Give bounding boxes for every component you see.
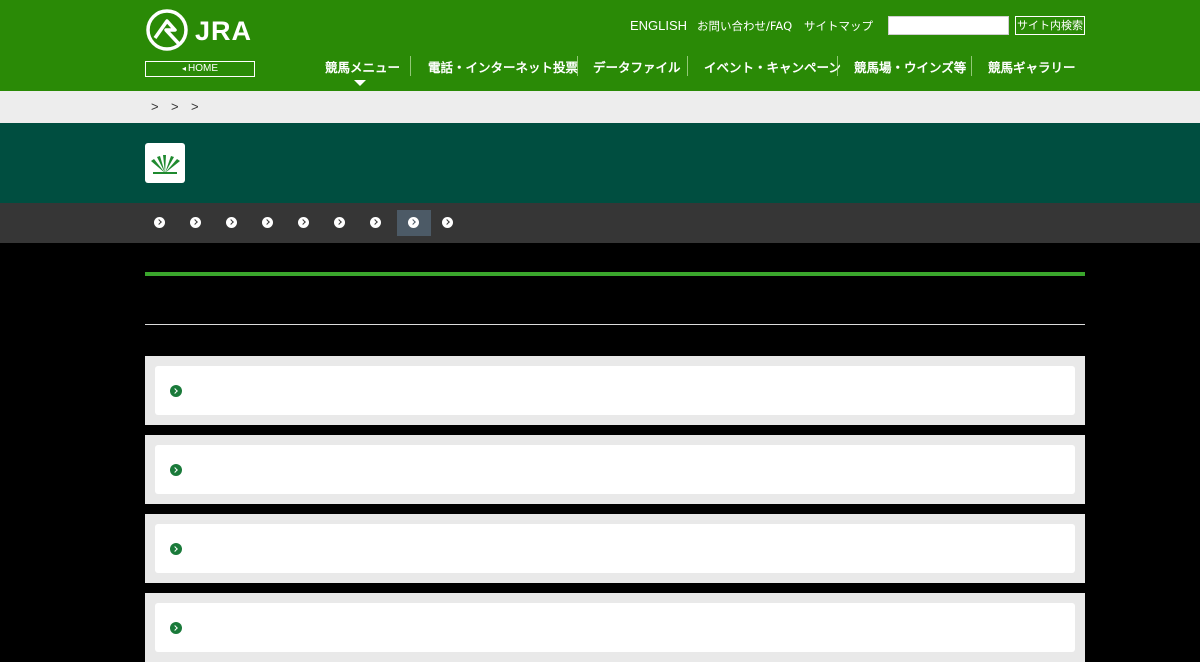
turf-grass-icon (151, 155, 180, 174)
list-card (145, 514, 1085, 583)
site-search-input[interactable] (888, 16, 1009, 35)
section-heading-rule (145, 272, 1085, 276)
arrow-circle-icon (442, 217, 453, 228)
subnav-item[interactable] (359, 210, 393, 236)
breadcrumb-separator: > (171, 99, 179, 114)
subnav-item[interactable] (251, 210, 285, 236)
english-link[interactable]: ENGLISH (630, 18, 687, 33)
category-icon-box (145, 143, 185, 183)
arrow-circle-icon (170, 464, 182, 476)
arrow-circle-icon (408, 217, 419, 228)
subnav-item[interactable] (431, 210, 465, 236)
list-card-link[interactable] (155, 366, 1075, 415)
arrow-circle-icon (154, 217, 165, 228)
breadcrumb-separator: > (151, 99, 159, 114)
arrow-circle-icon (334, 217, 345, 228)
arrow-circle-icon (190, 217, 201, 228)
jra-logo[interactable]: JRA (145, 8, 257, 52)
list-card-link[interactable] (155, 603, 1075, 652)
arrow-circle-icon (370, 217, 381, 228)
gnav-divider (687, 56, 688, 76)
home-button[interactable]: ◂ HOME (145, 61, 255, 77)
subnav-item[interactable] (179, 210, 213, 236)
faq-link[interactable]: お問い合わせ/FAQ (697, 18, 792, 34)
subnav-item-active[interactable] (397, 210, 431, 236)
gnav-divider (577, 56, 578, 76)
divider (145, 324, 1085, 325)
arrow-circle-icon (170, 543, 182, 555)
gnav-racecourse[interactable]: 競馬場・ウインズ等 (854, 57, 966, 75)
gnav-data-file[interactable]: データファイル (593, 57, 681, 75)
gnav-event[interactable]: イベント・キャンペーン (704, 57, 841, 75)
arrow-circle-icon (170, 622, 182, 634)
jra-logo-icon (146, 9, 188, 51)
home-label: HOME (188, 63, 218, 74)
gnav-vote[interactable]: 電話・インターネット投票 (428, 57, 578, 75)
gnav-keiba-menu[interactable]: 競馬メニュー (325, 57, 400, 75)
arrow-circle-icon (226, 217, 237, 228)
breadcrumb: > > > (0, 91, 1200, 123)
gnav-divider (410, 56, 411, 76)
arrow-circle-icon (298, 217, 309, 228)
arrow-circle-icon (262, 217, 273, 228)
list-card (145, 356, 1085, 425)
gnav-gallery[interactable]: 競馬ギャラリー (988, 57, 1076, 75)
subnav-item[interactable] (143, 210, 177, 236)
list-card-link[interactable] (155, 524, 1075, 573)
gnav-divider (971, 56, 972, 76)
gnav-divider (837, 56, 838, 76)
logo-text: JRA (195, 16, 253, 46)
breadcrumb-separator: > (191, 99, 199, 114)
sub-navigation (0, 203, 1200, 243)
site-search-button[interactable]: サイト内検索 (1015, 16, 1085, 35)
subnav-item[interactable] (287, 210, 321, 236)
list-card (145, 435, 1085, 504)
subnav-item[interactable] (323, 210, 357, 236)
sitemap-link[interactable]: サイトマップ (804, 18, 873, 34)
chevron-left-icon: ◂ (181, 64, 186, 73)
page-title-band (0, 123, 1200, 203)
subnav-item[interactable] (215, 210, 249, 236)
list-card (145, 593, 1085, 662)
arrow-circle-icon (170, 385, 182, 397)
active-menu-caret-icon (354, 80, 366, 86)
list-card-link[interactable] (155, 445, 1075, 494)
site-header: JRA ◂ HOME ENGLISH お問い合わせ/FAQ サイトマップ サイト内… (0, 0, 1200, 91)
